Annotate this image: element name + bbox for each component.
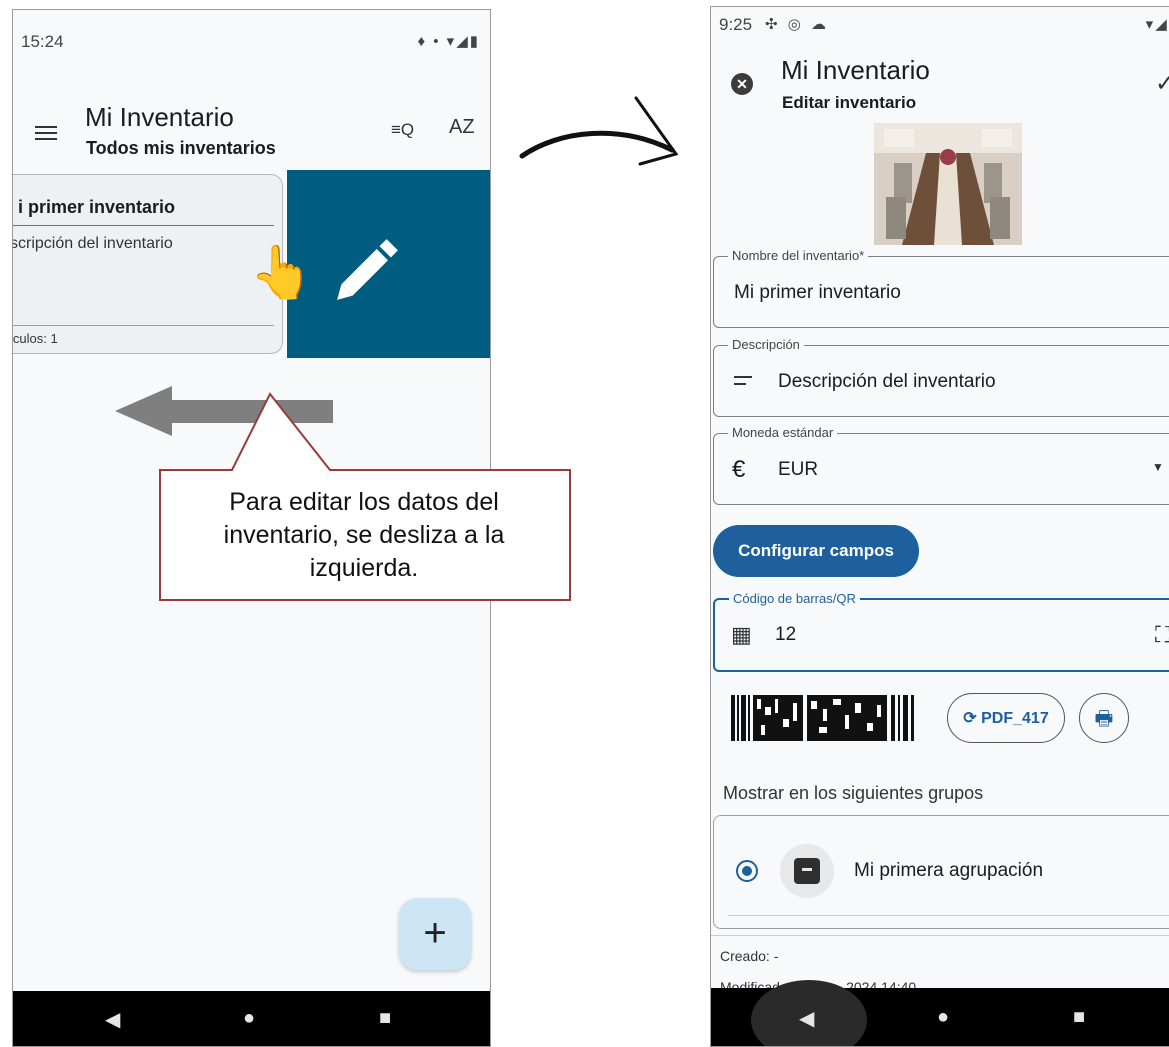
description-field[interactable]: Descripción Descripción del inventario xyxy=(713,337,1169,417)
currency-select[interactable]: Moneda estándar € EUR ▼ xyxy=(713,425,1169,505)
chevron-down-icon[interactable]: ▼ xyxy=(1152,460,1164,474)
refresh-icon: ⟳ xyxy=(963,710,977,727)
status-icons: ✣ ◎ ☁ xyxy=(765,16,829,33)
print-icon[interactable]: 🖶 xyxy=(1079,693,1129,743)
edit-title: Mi Inventario xyxy=(781,55,930,85)
edit-subtitle: Editar inventario xyxy=(782,93,917,112)
barcode-format-button[interactable]: ⟳ PDF_417 xyxy=(947,693,1065,743)
barcode-label: Código de barras/QR xyxy=(729,591,860,606)
currency-label: Moneda estándar xyxy=(728,425,838,440)
group-list: Mi primera agrupación xyxy=(713,815,1169,929)
barcode-format-label: PDF_417 xyxy=(981,710,1049,727)
created-text: Creado: - xyxy=(720,948,779,964)
status-time: 9:25 xyxy=(719,15,753,34)
back-icon[interactable]: ◀ xyxy=(799,1006,814,1031)
configure-fields-button[interactable]: Configurar campos xyxy=(713,525,919,577)
barcode-field[interactable]: Código de barras/QR ▦ 12 ⛶ xyxy=(713,591,1169,672)
edit-screen: 9:25 ✣ ◎ ☁ ▾◢▮ ✕ Mi Inventario Editar in… xyxy=(710,6,1169,1047)
inventory-photo[interactable] xyxy=(874,123,1022,245)
status-right-icons: ▾◢▮ xyxy=(1145,16,1169,33)
group-radio[interactable] xyxy=(736,860,758,882)
description-icon xyxy=(734,376,752,385)
inventory-name-label: Nombre del inventario* xyxy=(728,248,869,263)
swipe-left-arrow xyxy=(115,386,333,436)
qr-code-icon: ▦ xyxy=(731,622,752,647)
euro-icon: € xyxy=(732,456,746,483)
status-bar: 9:25 ✣ ◎ ☁ ▾◢▮ xyxy=(711,7,1169,63)
description-value[interactable]: Descripción del inventario xyxy=(778,371,996,393)
close-icon[interactable]: ✕ xyxy=(731,73,753,95)
description-label: Descripción xyxy=(728,337,804,352)
system-navigation-bar: ◀ ● ■ xyxy=(711,980,1169,1046)
group-name[interactable]: Mi primera agrupación xyxy=(854,860,1043,882)
scan-icon[interactable]: ⛶ xyxy=(1155,622,1169,648)
inventory-name-value[interactable]: Mi primer inventario xyxy=(734,282,901,304)
currency-value[interactable]: EUR xyxy=(778,459,818,481)
archive-box-icon xyxy=(780,844,834,898)
home-icon[interactable]: ● xyxy=(937,1006,949,1029)
confirm-check-icon[interactable]: ✓ xyxy=(1155,69,1169,98)
barcode-image xyxy=(731,695,914,741)
groups-label: Mostrar en los siguientes grupos xyxy=(723,783,984,803)
callout-text: Para editar los datos del inventario, se… xyxy=(223,488,505,582)
inventory-name-field[interactable]: Nombre del inventario* Mi primer inventa… xyxy=(713,248,1169,328)
barcode-value[interactable]: 12 xyxy=(775,624,796,646)
transition-arrow xyxy=(519,130,675,159)
recents-icon[interactable]: ■ xyxy=(1073,1006,1085,1029)
